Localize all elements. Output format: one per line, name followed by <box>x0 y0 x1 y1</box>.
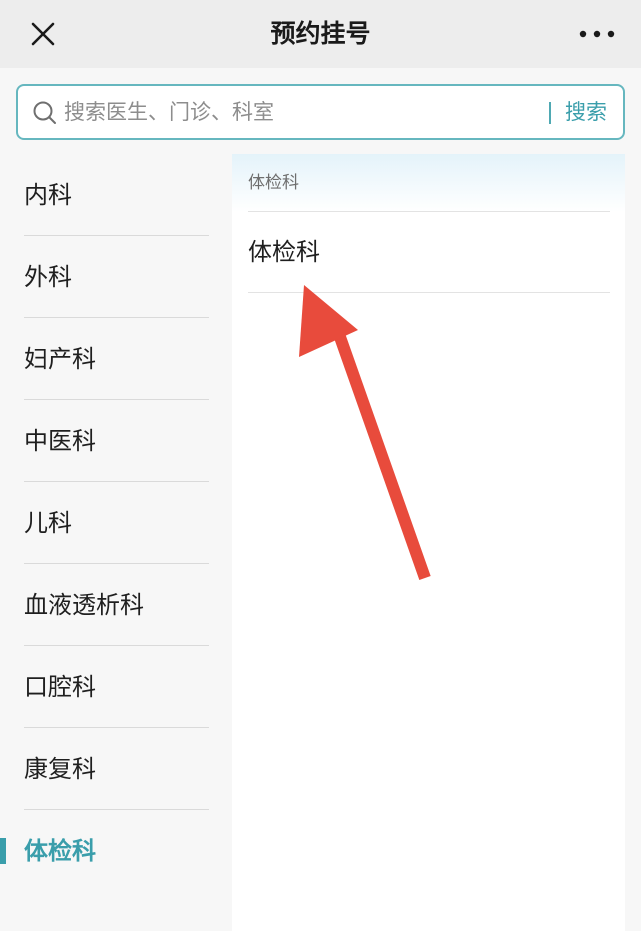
sidebar-item-label: 内科 <box>24 181 72 209</box>
top-bar: 预约挂号 <box>0 0 641 68</box>
sidebar-item-surgery[interactable]: 外科 <box>0 236 232 318</box>
section-title: 体检科 <box>248 173 299 193</box>
sidebar-item-label: 体检科 <box>24 837 96 865</box>
active-indicator <box>0 838 6 864</box>
sidebar-item-label: 中医科 <box>24 427 96 455</box>
divider <box>248 292 610 293</box>
more-button[interactable] <box>577 22 617 46</box>
sidebar-item-label: 口腔科 <box>24 673 96 701</box>
search-area: 搜索 <box>0 68 641 154</box>
sidebar-item-stomatology[interactable]: 口腔科 <box>0 646 232 728</box>
search-button[interactable]: 搜索 <box>565 86 607 138</box>
search-icon <box>33 101 56 124</box>
sidebar-item-tcm[interactable]: 中医科 <box>0 400 232 482</box>
sidebar-item-hemodialysis[interactable]: 血液透析科 <box>0 564 232 646</box>
sidebar-item-label: 妇产科 <box>24 345 96 373</box>
sidebar-item-physical-exam[interactable]: 体检科 <box>0 810 232 892</box>
sidebar-item-rehabilitation[interactable]: 康复科 <box>0 728 232 810</box>
page-title: 预约挂号 <box>270 19 371 48</box>
section-header: 体检科 <box>232 154 625 212</box>
sidebar-item-pediatrics[interactable]: 儿科 <box>0 482 232 564</box>
sidebar-item-internal-medicine[interactable]: 内科 <box>0 154 232 236</box>
sidebar-item-label: 儿科 <box>24 509 72 537</box>
search-divider <box>549 102 551 124</box>
search-box: 搜索 <box>16 84 625 140</box>
sidebar-item-label: 血液透析科 <box>24 591 144 619</box>
search-input[interactable] <box>64 94 534 130</box>
department-content: 体检科 体检科 <box>232 154 625 931</box>
department-item[interactable]: 体检科 <box>232 212 625 293</box>
sidebar-item-label: 康复科 <box>24 755 96 783</box>
more-icon <box>579 30 615 38</box>
department-item-label: 体检科 <box>248 238 320 266</box>
sidebar-item-obstetrics-gynecology[interactable]: 妇产科 <box>0 318 232 400</box>
sidebar-item-label: 外科 <box>24 263 72 291</box>
department-sidebar: 内科 外科 妇产科 中医科 儿科 血液透析科 口腔科 康复科 体检科 <box>0 154 232 931</box>
